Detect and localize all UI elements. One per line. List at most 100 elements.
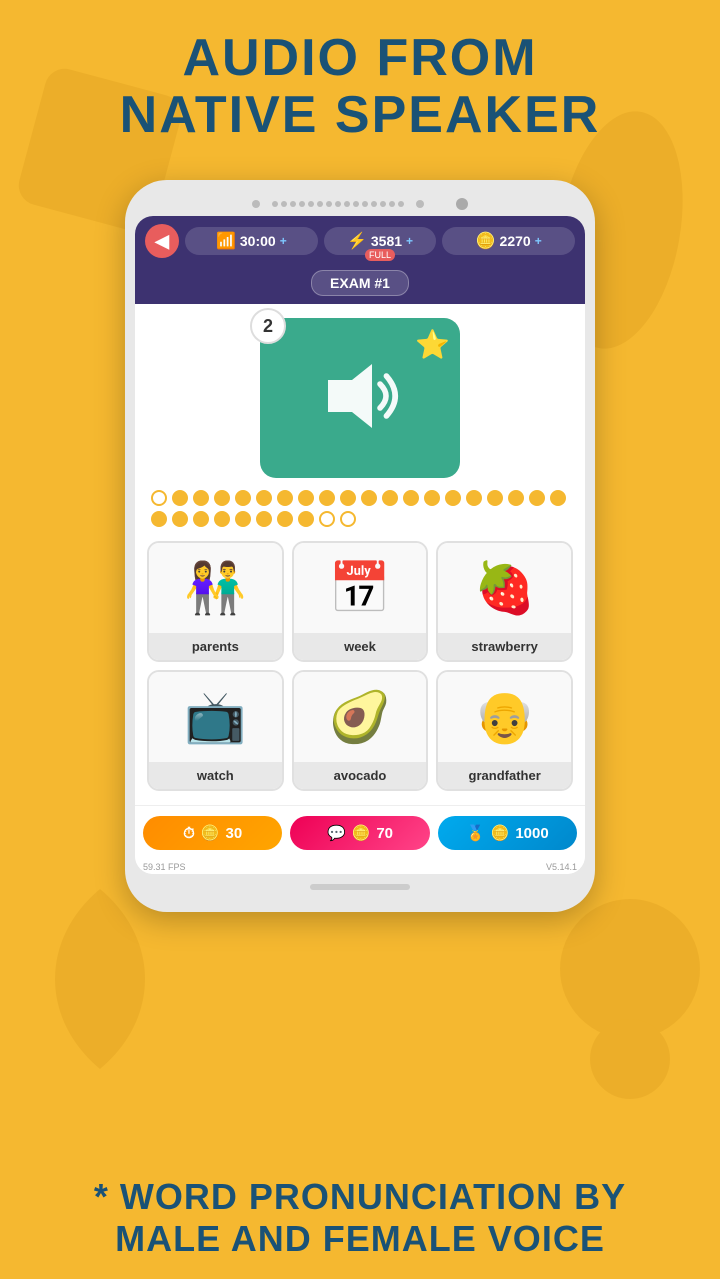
speaker-dots: [272, 201, 404, 207]
reward-value: 70: [376, 825, 393, 842]
phone-body: ◀ 📶 30:00 + ⚡ 3581 + FULL: [125, 180, 595, 912]
answer-card-image: 👫: [149, 543, 282, 633]
progress-dot: [340, 511, 356, 527]
timer-value: 30:00: [240, 233, 276, 249]
reward-coin: 🪙: [201, 824, 220, 842]
progress-dot: [487, 490, 503, 506]
answer-card[interactable]: 🍓strawberry: [436, 541, 573, 662]
answer-card-label: strawberry: [438, 633, 571, 660]
progress-dot: [298, 490, 314, 506]
progress-dot: [172, 490, 188, 506]
answer-card-label: week: [294, 633, 427, 660]
progress-dot: [424, 490, 440, 506]
debug-bar: 59.31 FPS V5.14.1: [135, 860, 585, 874]
fps-label: 59.31 FPS: [143, 862, 186, 872]
progress-dot: [319, 511, 335, 527]
progress-dot: [256, 511, 272, 527]
reward-coin: 🪙: [491, 824, 510, 842]
reward-btn-blue[interactable]: 🏅 🪙 1000: [438, 816, 577, 850]
bottom-title: * WORD PRONUNCIATION BY MALE AND FEMALE …: [20, 1176, 700, 1259]
answer-card[interactable]: 👴grandfather: [436, 670, 573, 791]
answer-card-image: 👴: [438, 672, 571, 762]
progress-dot: [214, 511, 230, 527]
energy-value: 3581: [371, 233, 402, 249]
full-badge: FULL: [365, 249, 395, 261]
answer-card-image: 🍓: [438, 543, 571, 633]
exam-label-wrap: EXAM #1: [135, 266, 585, 304]
answer-card-label: avocado: [294, 762, 427, 789]
coins-badge: 🪙 2270 +: [442, 227, 575, 255]
phone-bottom: [135, 874, 585, 894]
audio-card[interactable]: 2 ⭐: [260, 318, 460, 478]
progress-dot: [508, 490, 524, 506]
answer-card[interactable]: 📺watch: [147, 670, 284, 791]
version-label: V5.14.1: [546, 862, 577, 872]
progress-dot: [235, 511, 251, 527]
sensor-dot: [416, 200, 424, 208]
answer-card[interactable]: 📅week: [292, 541, 429, 662]
front-camera-dot: [252, 200, 260, 208]
progress-dot: [445, 490, 461, 506]
answer-card-label: watch: [149, 762, 282, 789]
answer-card-label: grandfather: [438, 762, 571, 789]
answer-card[interactable]: 🥑avocado: [292, 670, 429, 791]
camera: [456, 198, 468, 210]
progress-dot: [151, 490, 167, 506]
reward-value: 30: [226, 825, 243, 842]
phone-mockup: ◀ 📶 30:00 + ⚡ 3581 + FULL: [125, 180, 595, 912]
bottom-rewards-bar: ⏱ 🪙 30 💬 🪙 70 🏅 🪙 1000: [135, 805, 585, 860]
progress-dot: [382, 490, 398, 506]
progress-dot: [193, 511, 209, 527]
answer-card-image: 🥑: [294, 672, 427, 762]
progress-dot: [319, 490, 335, 506]
timer-plus: +: [280, 234, 287, 248]
audio-card-container: 2 ⭐: [147, 318, 573, 478]
app-header: ◀ 📶 30:00 + ⚡ 3581 + FULL: [135, 216, 585, 266]
answer-card[interactable]: 👫parents: [147, 541, 284, 662]
reward-coin: 🪙: [352, 824, 371, 842]
timer-badge: 📶 30:00 +: [185, 227, 318, 255]
progress-dot: [277, 490, 293, 506]
progress-dot: [172, 511, 188, 527]
progress-dot: [361, 490, 377, 506]
progress-dot: [466, 490, 482, 506]
back-button[interactable]: ◀: [145, 224, 179, 258]
progress-dot: [298, 511, 314, 527]
progress-dot: [151, 511, 167, 527]
coins-value: 2270: [500, 233, 531, 249]
top-title-area: AUDIO FROM NATIVE SPEAKER: [0, 0, 720, 144]
exam-label: EXAM #1: [311, 270, 409, 296]
reward-btn-pink[interactable]: 💬 🪙 70: [290, 816, 429, 850]
main-title: AUDIO FROM NATIVE SPEAKER: [0, 30, 720, 144]
progress-dots: [147, 490, 573, 527]
lightning-icon: ⚡: [347, 231, 367, 251]
progress-dot: [340, 490, 356, 506]
speaker-icon: [310, 356, 410, 441]
reward-icon: ⏱: [183, 825, 195, 842]
reward-icon: 🏅: [466, 824, 485, 842]
coin-icon: 🪙: [476, 231, 496, 251]
reward-value: 1000: [515, 825, 548, 842]
home-bar: [310, 884, 410, 890]
phone-screen: ◀ 📶 30:00 + ⚡ 3581 + FULL: [135, 216, 585, 874]
progress-dot: [235, 490, 251, 506]
answer-card-label: parents: [149, 633, 282, 660]
coins-plus: +: [535, 234, 542, 248]
progress-dot: [277, 511, 293, 527]
answer-card-image: 📺: [149, 672, 282, 762]
progress-dot: [214, 490, 230, 506]
progress-dot: [529, 490, 545, 506]
progress-dot: [193, 490, 209, 506]
wifi-icon: 📶: [216, 231, 236, 251]
audio-card-number: 2: [250, 308, 286, 344]
answer-card-image: 📅: [294, 543, 427, 633]
app-content: 🎵 ☀ Aa 🖼 2 ⭐: [135, 304, 585, 805]
reward-icon: 💬: [327, 824, 346, 842]
progress-dot: [256, 490, 272, 506]
answers-grid: 👫parents📅week🍓strawberry📺watch🥑avocado👴g…: [147, 541, 573, 791]
bottom-text-area: * WORD PRONUNCIATION BY MALE AND FEMALE …: [0, 1176, 720, 1259]
audio-card-star: ⭐: [415, 328, 450, 361]
energy-plus: +: [406, 234, 413, 248]
reward-btn-orange[interactable]: ⏱ 🪙 30: [143, 816, 282, 850]
progress-dot: [403, 490, 419, 506]
